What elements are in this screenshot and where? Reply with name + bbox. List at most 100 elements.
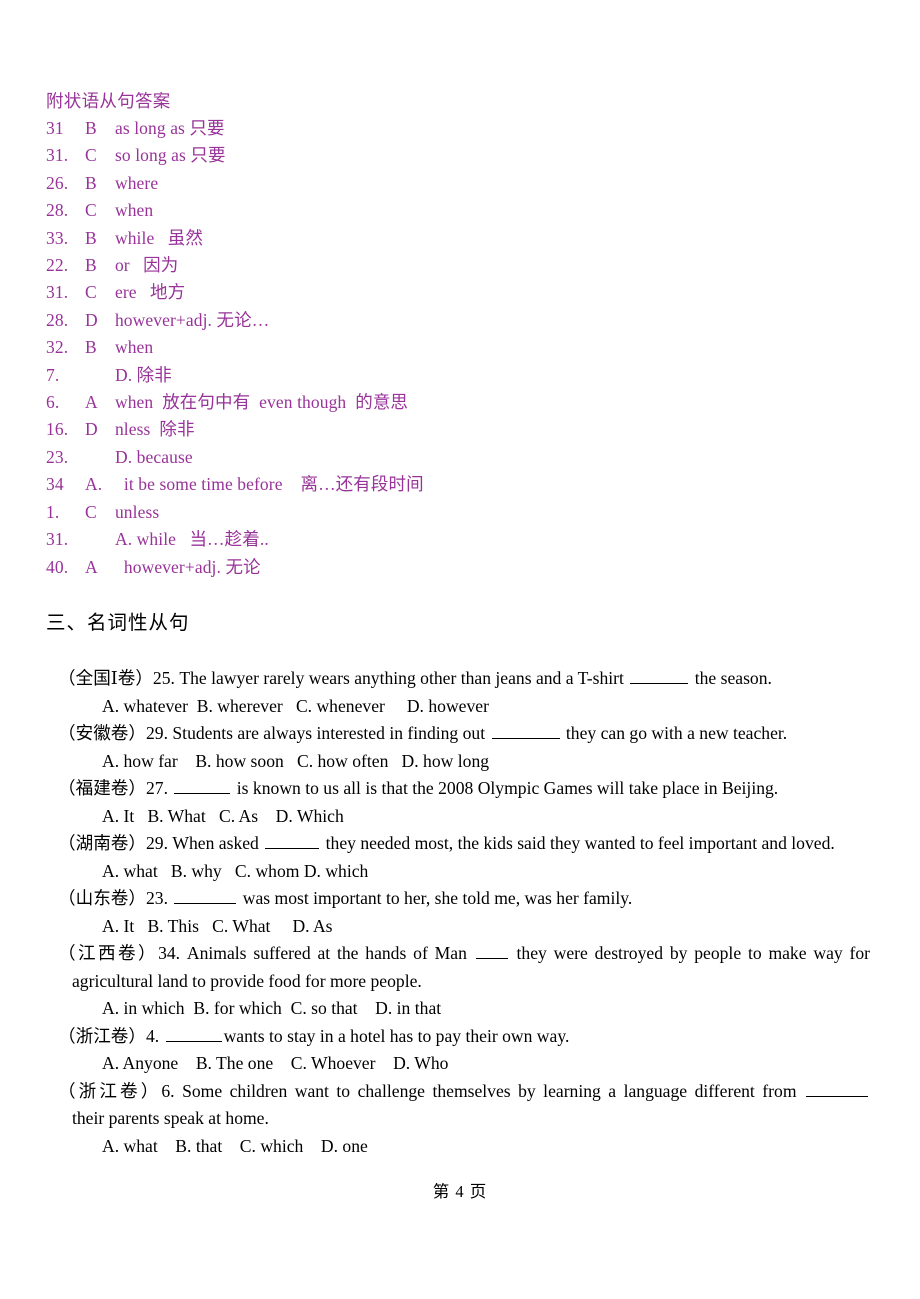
question-text-after-blank: wants to stay in a hotel has to pay thei… — [223, 1025, 570, 1046]
question-number: 6. — [161, 1080, 175, 1101]
question-block: （安徽卷）29. Students are always interested … — [58, 720, 870, 775]
answer-explanation: as long as 只要 — [114, 118, 225, 138]
answer-number: 31. — [46, 282, 69, 303]
answer-line: 31. A. while 当…趁着.. — [46, 526, 876, 553]
answer-explanation: ere 地方 — [114, 282, 186, 303]
answer-explanation: or 因为 — [114, 255, 179, 276]
question-text-after-blank: they were destroyed by people to make wa… — [509, 943, 871, 963]
answer-option-letter: A — [84, 556, 98, 577]
question-text-before-blank: When asked — [172, 833, 264, 853]
answer-explanation: when 放在句中有 even though 的意思 — [114, 392, 409, 413]
answer-blank — [265, 848, 320, 849]
answer-line: 28. Cwhen — [46, 197, 876, 224]
question-continuation: agricultural land to provide food for mo… — [72, 970, 422, 991]
answer-line: 6. Awhen 放在句中有 even though 的意思 — [46, 389, 876, 416]
answer-explanation: when — [114, 337, 154, 358]
question-options: A. what B. why C. whom D. which — [102, 860, 369, 881]
answer-line: 34 A. it be some time before 离…还有段时间 — [46, 471, 876, 498]
question-number: 4. — [145, 1025, 160, 1046]
question-text-before-blank: The lawyer rarely wears anything other t… — [179, 668, 629, 688]
answer-option-letter: B — [84, 227, 97, 248]
answer-line: 22. Bor 因为 — [46, 252, 876, 279]
answer-option-letter: A. — [84, 474, 103, 495]
answer-number: 6. — [46, 392, 60, 413]
answer-explanation: when — [114, 200, 154, 221]
answer-explanation: D. because — [114, 446, 193, 467]
question-stem: （江西卷）34. Animals suffered at the hands o… — [58, 940, 870, 968]
answer-line: 31 Bas long as 只要 — [46, 115, 876, 142]
question-block: （全国Ⅰ卷）25. The lawyer rarely wears anythi… — [58, 665, 870, 720]
answer-line: 23. D. because — [46, 444, 876, 471]
answer-line: 31. Cere 地方 — [46, 279, 876, 306]
answer-explanation: however+adj. 无论 — [114, 556, 261, 577]
question-source: （湖南卷） — [58, 833, 146, 853]
question-number: 29. — [145, 833, 168, 853]
answer-number: 28. — [46, 309, 69, 330]
answer-option-letter: C — [84, 200, 97, 221]
answer-option-letter: B — [84, 118, 97, 138]
answers-section: 附状语从句答案 31 Bas long as 只要 31. Cso long as… — [46, 88, 876, 581]
question-block: （江西卷）34. Animals suffered at the hands o… — [58, 940, 870, 1023]
answer-option-letter: D — [84, 419, 98, 440]
answer-number: 28. — [46, 200, 69, 221]
answer-blank — [491, 738, 560, 739]
question-number: 34. — [158, 943, 181, 963]
document-page: 附状语从句答案 31 Bas long as 只要 31. Cso long as… — [0, 0, 920, 1299]
question-options: A. It B. This C. What D. As — [102, 915, 333, 936]
answer-line: 28. Dhowever+adj. 无论… — [46, 307, 876, 334]
question-options: A. what B. that C. which D. one — [102, 1135, 368, 1156]
answer-line: 32. Bwhen — [46, 334, 876, 361]
question-options: A. It B. What C. As D. Which — [102, 805, 344, 826]
question-source: （福建卷） — [58, 778, 146, 798]
question-block: （湖南卷）29. When asked they needed most, th… — [58, 830, 870, 885]
answer-option-letter: B — [84, 337, 97, 358]
answers-list: 31 Bas long as 只要 31. Cso long as 只要 26. B… — [46, 115, 876, 581]
answer-line: 1. Cunless — [46, 499, 876, 526]
question-options: A. Anyone B. The one C. Whoever D. Who — [102, 1053, 449, 1073]
question-options: A. whatever B. wherever C. whenever D. h… — [102, 695, 489, 716]
answer-blank — [174, 793, 231, 794]
question-text-before-blank: Animals suffered at the hands of Man — [186, 943, 474, 963]
question-text-before-blank: Students are always interested in findin… — [172, 723, 490, 743]
answer-blank — [475, 958, 508, 959]
answer-number: 40. — [46, 556, 69, 577]
answer-explanation: A. while 当…趁着.. — [114, 529, 269, 550]
question-stem: （山东卷）23. was most important to her, she … — [58, 885, 870, 913]
question-options: A. how far B. how soon C. how often D. h… — [102, 750, 490, 771]
question-source: （浙江卷） — [58, 1025, 146, 1046]
answer-option-letter: A — [84, 392, 98, 413]
answer-blank — [165, 1040, 222, 1042]
section-heading: 三、名词性从句 — [46, 613, 190, 634]
answer-option-letter: C — [84, 282, 97, 303]
question-stem: （福建卷）27. is known to us all is that the … — [58, 775, 870, 803]
question-source: （江西卷） — [58, 943, 159, 963]
answer-option-letter: C — [84, 501, 97, 522]
question-text-after-blank: they can go with a new teacher. — [561, 723, 788, 743]
answer-number: 31. — [46, 529, 69, 550]
answer-line: 31. Cso long as 只要 — [46, 142, 876, 169]
question-number: 25. — [152, 668, 175, 688]
answer-number: 16. — [46, 419, 69, 440]
answer-explanation: nless 除非 — [114, 419, 195, 440]
answer-blank — [805, 1095, 868, 1097]
questions-list: （全国Ⅰ卷）25. The lawyer rarely wears anythi… — [58, 665, 870, 1160]
question-source: （浙江卷） — [58, 1080, 162, 1101]
question-text-after-blank: was most important to her, she told me, … — [238, 888, 633, 908]
answer-option-letter: C — [84, 145, 97, 166]
question-stem: （浙江卷）4. wants to stay in a hotel has to … — [58, 1023, 870, 1051]
answer-number: 1. — [46, 501, 60, 522]
answer-explanation: so long as 只要 — [114, 145, 226, 166]
answer-blank — [174, 903, 237, 904]
answer-number: 34 — [46, 474, 64, 495]
answer-blank — [630, 683, 689, 684]
answer-option-letter: B — [84, 255, 97, 276]
answer-explanation: unless — [114, 501, 160, 522]
question-text-before-blank: Some children want to challenge themselv… — [182, 1080, 804, 1101]
question-stem: （全国Ⅰ卷）25. The lawyer rarely wears anythi… — [58, 665, 870, 693]
answer-explanation: D. 除非 — [114, 364, 172, 385]
page-footer: 第 4 页 — [432, 1182, 488, 1201]
answer-line: 33. Bwhile 虽然 — [46, 225, 876, 252]
answer-explanation: however+adj. 无论… — [114, 309, 270, 330]
question-number: 23. — [145, 888, 168, 908]
answer-number: 33. — [46, 227, 69, 248]
